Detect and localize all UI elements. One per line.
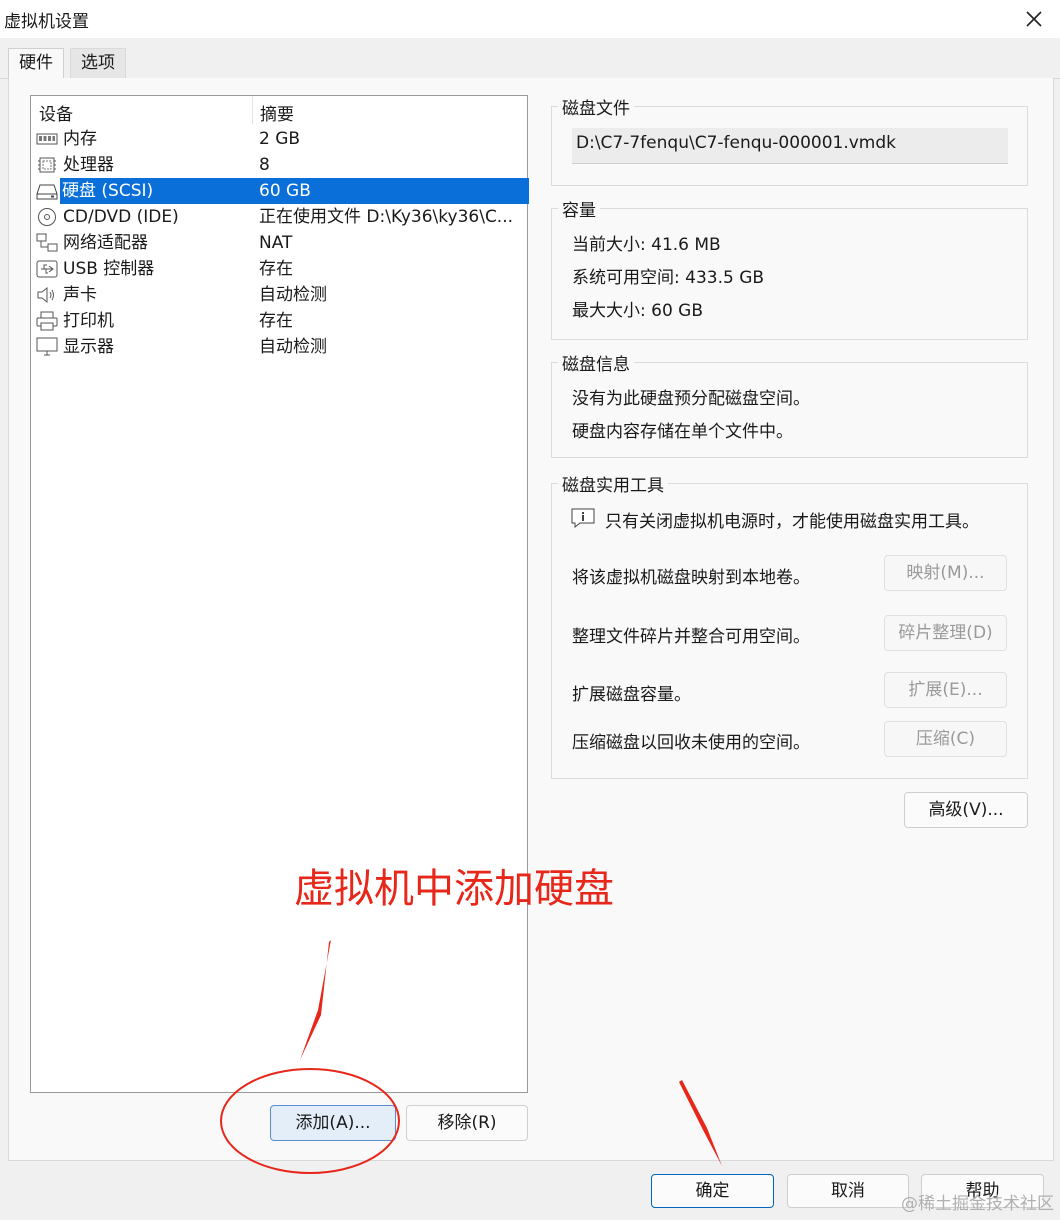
column-header-summary[interactable]: 摘要 bbox=[260, 100, 294, 125]
title-bar: 虚拟机设置 bbox=[0, 0, 1060, 38]
device-name: 内存 bbox=[63, 129, 97, 149]
disk-info-line2: 硬盘内容存储在单个文件中。 bbox=[572, 422, 793, 442]
hard-disk-icon bbox=[36, 184, 58, 200]
cd-dvd-icon bbox=[38, 208, 56, 226]
column-separator[interactable] bbox=[252, 96, 253, 124]
remove-button[interactable]: 移除(R) bbox=[406, 1105, 528, 1141]
device-name: 显示器 bbox=[63, 337, 114, 357]
window-title: 虚拟机设置 bbox=[4, 12, 89, 32]
ok-button[interactable]: 确定 bbox=[651, 1174, 774, 1208]
device-row-memory[interactable]: 内存 2 GB bbox=[31, 126, 527, 152]
printer-icon bbox=[36, 311, 58, 331]
cancel-button[interactable]: 取消 bbox=[787, 1174, 909, 1208]
disk-info-title: 磁盘信息 bbox=[558, 350, 634, 375]
processor-icon bbox=[38, 157, 56, 173]
list-header: 设备 摘要 bbox=[31, 96, 527, 125]
network-adapter-icon bbox=[36, 233, 58, 252]
watermark: @稀土掘金技术社区 bbox=[901, 1194, 1054, 1214]
device-summary: 60 GB bbox=[257, 178, 529, 204]
capacity-title: 容量 bbox=[558, 196, 600, 221]
device-row-hard-disk[interactable]: 硬盘 (SCSI) 60 GB bbox=[31, 178, 529, 204]
compact-description: 压缩磁盘以回收未使用的空间。 bbox=[572, 733, 810, 753]
device-summary: NAT bbox=[259, 233, 293, 253]
disk-info-group: 磁盘信息 bbox=[551, 350, 1028, 458]
device-row-monitor[interactable]: 显示器 自动检测 bbox=[31, 334, 527, 360]
memory-icon bbox=[36, 133, 58, 145]
max-size-text: 最大大小: 60 GB bbox=[572, 301, 704, 321]
compact-button[interactable]: 压缩(C) bbox=[884, 721, 1007, 757]
device-row-cd-dvd[interactable]: CD/DVD (IDE) 正在使用文件 D:\Ky36\ky36\C... bbox=[31, 204, 527, 230]
annotation-text: 虚拟机中添加硬盘 bbox=[294, 866, 614, 912]
device-name: USB 控制器 bbox=[63, 259, 155, 279]
add-button[interactable]: 添加(A)... bbox=[270, 1105, 396, 1141]
device-name: 打印机 bbox=[63, 311, 114, 331]
device-name: CD/DVD (IDE) bbox=[63, 207, 179, 227]
tab-strip: 硬件 选项 bbox=[0, 38, 1060, 79]
device-row-network-adapter[interactable]: 网络适配器 NAT bbox=[31, 230, 527, 256]
disk-file-path-field[interactable]: D:\C7-7fenqu\C7-fenqu-000001.vmdk bbox=[572, 128, 1008, 164]
device-summary: 8 bbox=[259, 155, 270, 175]
usb-icon bbox=[36, 260, 58, 278]
device-name: 声卡 bbox=[63, 285, 97, 305]
device-row-sound-card[interactable]: 声卡 自动检测 bbox=[31, 282, 527, 308]
device-summary: 自动检测 bbox=[259, 337, 327, 357]
sound-card-icon bbox=[37, 286, 54, 304]
close-button[interactable] bbox=[1016, 4, 1052, 34]
current-size-text: 当前大小: 41.6 MB bbox=[572, 235, 721, 255]
device-name: 网络适配器 bbox=[63, 233, 148, 253]
expand-description: 扩展磁盘容量。 bbox=[572, 685, 691, 705]
defrag-button[interactable]: 碎片整理(D) bbox=[884, 615, 1007, 651]
tab-options[interactable]: 选项 bbox=[70, 48, 126, 78]
device-name: 硬盘 (SCSI) bbox=[60, 178, 261, 204]
map-description: 将该虚拟机磁盘映射到本地卷。 bbox=[572, 568, 810, 588]
device-summary: 正在使用文件 D:\Ky36\ky36\C... bbox=[259, 207, 514, 227]
close-icon bbox=[1026, 11, 1042, 27]
tab-hardware[interactable]: 硬件 bbox=[8, 48, 64, 79]
device-summary: 存在 bbox=[259, 259, 293, 279]
column-header-device[interactable]: 设备 bbox=[39, 100, 73, 125]
info-icon bbox=[571, 508, 595, 528]
utilities-notice: 只有关闭虚拟机电源时，才能使用磁盘实用工具。 bbox=[605, 512, 979, 532]
device-row-printer[interactable]: 打印机 存在 bbox=[31, 308, 527, 334]
disk-file-title: 磁盘文件 bbox=[558, 94, 634, 119]
device-summary: 存在 bbox=[259, 311, 293, 331]
advanced-button[interactable]: 高级(V)... bbox=[904, 792, 1028, 828]
defrag-description: 整理文件碎片并整合可用空间。 bbox=[572, 627, 810, 647]
disk-info-line1: 没有为此硬盘预分配磁盘空间。 bbox=[572, 389, 810, 409]
disk-utilities-title: 磁盘实用工具 bbox=[558, 471, 668, 496]
expand-button[interactable]: 扩展(E)... bbox=[884, 672, 1007, 708]
available-space-text: 系统可用空间: 433.5 GB bbox=[572, 268, 765, 288]
device-name: 处理器 bbox=[63, 155, 114, 175]
monitor-icon bbox=[36, 337, 58, 356]
map-button[interactable]: 映射(M)... bbox=[884, 555, 1007, 591]
device-row-processor[interactable]: 处理器 8 bbox=[31, 152, 527, 178]
device-summary: 2 GB bbox=[259, 129, 301, 149]
device-row-usb-controller[interactable]: USB 控制器 存在 bbox=[31, 256, 527, 282]
device-list[interactable]: 设备 摘要 内存 2 GB 处理器 8 硬盘 (SCSI) 60 GB CD/D… bbox=[30, 95, 529, 1093]
device-summary: 自动检测 bbox=[259, 285, 327, 305]
